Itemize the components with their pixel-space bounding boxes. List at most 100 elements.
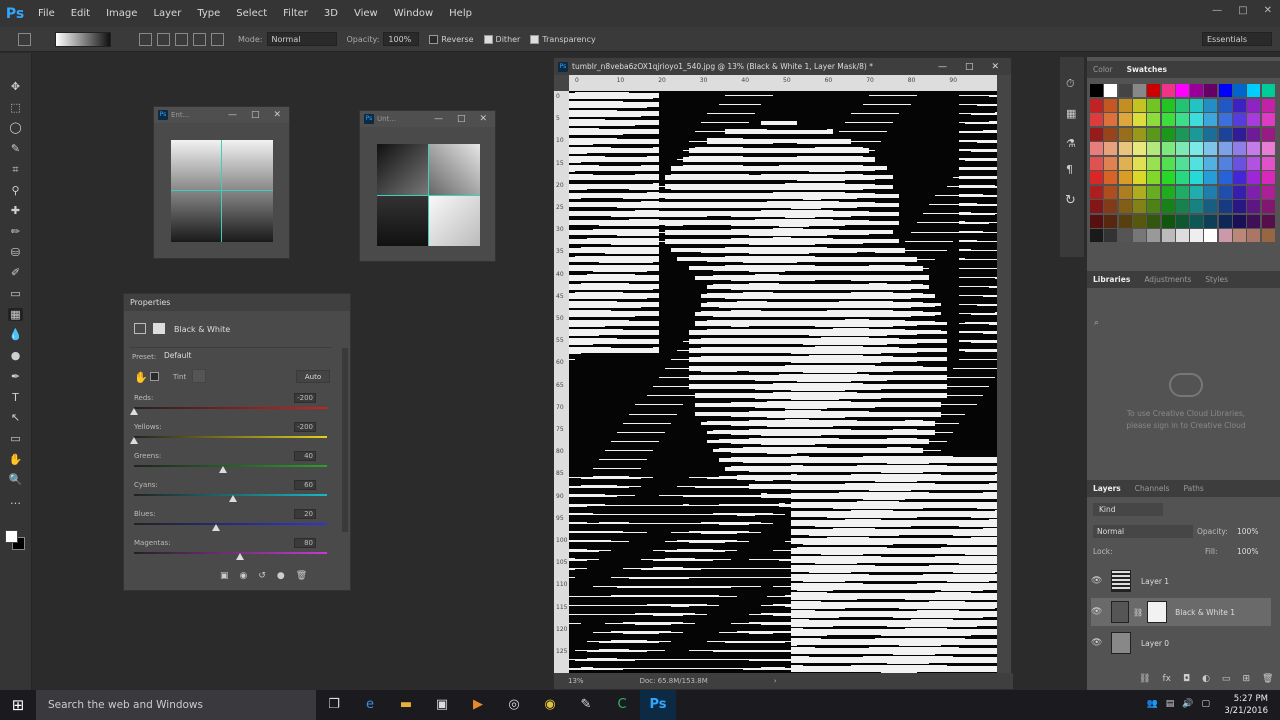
- color-swatch[interactable]: [1118, 127, 1132, 141]
- color-swatch[interactable]: [1218, 171, 1232, 184]
- tab-adjustments[interactable]: Adjustments: [1144, 275, 1191, 284]
- color-swatch[interactable]: [1104, 200, 1118, 213]
- color-swatch[interactable]: [1261, 113, 1275, 126]
- color-swatch[interactable]: [1247, 127, 1261, 141]
- color-swatch[interactable]: [1204, 214, 1218, 228]
- workspace-select[interactable]: Essentials: [1202, 32, 1272, 46]
- color-swatch[interactable]: [1218, 127, 1232, 141]
- color-swatch[interactable]: [1261, 229, 1275, 242]
- slider-value-field[interactable]: 80: [294, 538, 316, 548]
- color-swatch[interactable]: [1175, 171, 1189, 184]
- menu-select[interactable]: Select: [228, 8, 275, 19]
- more-tools-icon[interactable]: …: [8, 494, 23, 507]
- history-icon[interactable]: ⏱: [1066, 77, 1075, 91]
- menu-help[interactable]: Help: [441, 8, 480, 19]
- color-swatch[interactable]: [1190, 229, 1204, 242]
- color-swatch[interactable]: [1233, 156, 1246, 170]
- close-button[interactable]: ✕: [1264, 5, 1272, 16]
- camtasia-icon[interactable]: C: [604, 690, 640, 720]
- color-swatch[interactable]: [1261, 171, 1275, 184]
- fx-icon[interactable]: fx: [1162, 674, 1171, 684]
- canvas[interactable]: [569, 91, 997, 673]
- color-swatch[interactable]: [1118, 200, 1132, 213]
- color-swatch[interactable]: [1233, 113, 1246, 126]
- file-explorer-icon[interactable]: ▬: [388, 690, 424, 720]
- color-swatch[interactable]: [1233, 200, 1246, 213]
- add-mask-icon[interactable]: ◘: [1183, 674, 1190, 684]
- color-swatch[interactable]: [1190, 214, 1204, 228]
- diamond-gradient-icon[interactable]: [211, 32, 224, 46]
- slider-track[interactable]: [134, 407, 327, 409]
- color-swatch[interactable]: [1147, 127, 1161, 141]
- color-swatch[interactable]: [1147, 185, 1161, 199]
- floating-document-2[interactable]: Ps Unt... — □ ✕: [359, 110, 496, 262]
- creative-cloud-icon[interactable]: ↻: [1065, 193, 1076, 208]
- menu-layer[interactable]: Layer: [145, 8, 189, 19]
- color-swatch[interactable]: [1147, 214, 1161, 228]
- gradient-picker[interactable]: [55, 31, 111, 47]
- color-swatch[interactable]: [1204, 229, 1218, 242]
- mode-select[interactable]: Normal: [266, 32, 337, 46]
- color-swatch[interactable]: [1104, 214, 1118, 228]
- color-swatch[interactable]: [1132, 171, 1146, 184]
- kind-filter[interactable]: Kind: [1093, 503, 1163, 516]
- color-swatch[interactable]: [1090, 113, 1103, 126]
- color-swatch[interactable]: [1233, 214, 1246, 228]
- color-swatch[interactable]: [1090, 171, 1103, 184]
- slider-thumb[interactable]: [228, 495, 237, 502]
- color-swatch[interactable]: [1247, 84, 1261, 97]
- color-swatch[interactable]: [1218, 142, 1232, 155]
- eye-icon[interactable]: 👁: [1091, 638, 1105, 648]
- minimize-icon[interactable]: —: [228, 110, 237, 120]
- move-tool-icon[interactable]: ✥: [8, 80, 23, 93]
- color-swatch[interactable]: [1161, 214, 1175, 228]
- blend-mode-select[interactable]: Normal: [1093, 525, 1193, 538]
- color-swatch[interactable]: [1218, 214, 1232, 228]
- color-swatch[interactable]: [1204, 113, 1218, 126]
- notification-icon[interactable]: ▢: [1201, 699, 1210, 709]
- color-swatch[interactable]: [1132, 214, 1146, 228]
- brush-presets-icon[interactable]: ▦: [1066, 107, 1076, 120]
- mask-thumbnail[interactable]: [1147, 601, 1168, 623]
- path-select-tool-icon[interactable]: ↖: [8, 411, 23, 424]
- tool-preset-icon[interactable]: [18, 32, 31, 46]
- color-swatch[interactable]: [1132, 84, 1146, 97]
- tab-swatches[interactable]: Swatches: [1127, 65, 1167, 74]
- view-previous-icon[interactable]: ◉: [240, 571, 248, 581]
- color-swatch[interactable]: [1204, 127, 1218, 141]
- type-tool-icon[interactable]: T: [8, 391, 23, 404]
- color-swatch[interactable]: [1247, 171, 1261, 184]
- crop-tool-icon[interactable]: ⌗: [8, 163, 23, 176]
- color-swatch[interactable]: [1147, 229, 1161, 242]
- color-swatch[interactable]: [1175, 229, 1189, 242]
- color-swatch[interactable]: [1204, 98, 1218, 112]
- close-icon[interactable]: ✕: [991, 62, 999, 72]
- color-swatch[interactable]: [1261, 185, 1275, 199]
- healing-tool-icon[interactable]: ✚: [8, 204, 23, 217]
- tab-styles[interactable]: Styles: [1205, 275, 1228, 284]
- eye-icon[interactable]: 👁: [1091, 607, 1105, 617]
- pen-app-icon[interactable]: ✎: [568, 690, 604, 720]
- reverse-checkbox[interactable]: [429, 34, 439, 44]
- clone-source-icon[interactable]: ⚗: [1066, 137, 1076, 150]
- color-swatch[interactable]: [1132, 127, 1146, 141]
- color-swatch[interactable]: [1104, 156, 1118, 170]
- color-swatch[interactable]: [1090, 185, 1103, 199]
- color-swatch[interactable]: [1147, 84, 1161, 97]
- color-swatch[interactable]: [1247, 185, 1261, 199]
- layer-row[interactable]: 👁 Layer 1: [1091, 567, 1271, 595]
- maximize-icon[interactable]: □: [251, 110, 260, 120]
- color-swatch[interactable]: [1118, 156, 1132, 170]
- status-menu-arrow[interactable]: ›: [774, 677, 777, 685]
- tab-color[interactable]: Color: [1093, 65, 1113, 74]
- color-swatch[interactable]: [1175, 185, 1189, 199]
- targeted-adjustment-hand-icon[interactable]: ✋: [134, 371, 148, 384]
- color-swatch[interactable]: [1175, 142, 1189, 155]
- slider-thumb[interactable]: [130, 408, 138, 415]
- menu-file[interactable]: File: [30, 8, 63, 19]
- slider-track[interactable]: [134, 465, 327, 467]
- menu-filter[interactable]: Filter: [275, 8, 316, 19]
- windows-start-icon[interactable]: ⊞: [0, 690, 36, 720]
- color-swatch[interactable]: [1147, 113, 1161, 126]
- slider-value-field[interactable]: -200: [294, 422, 316, 432]
